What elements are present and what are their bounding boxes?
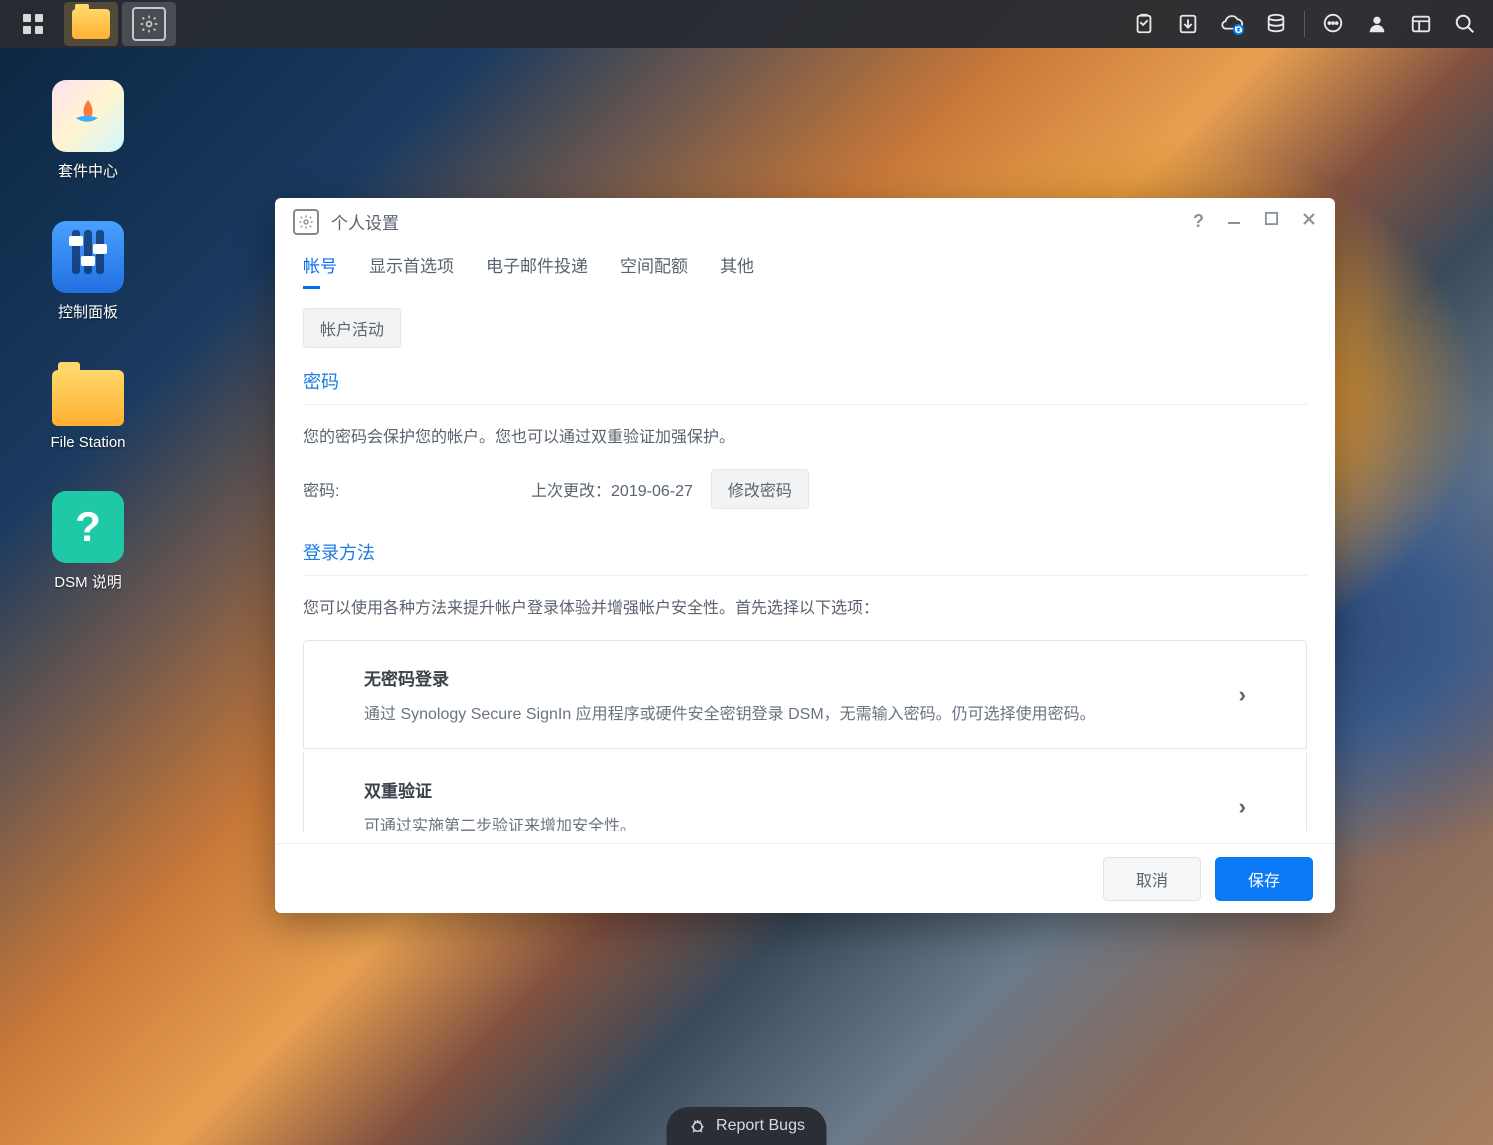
signin-method-desc: 通过 Synology Secure SignIn 应用程序或硬件安全密钥登录 …: [364, 700, 1239, 724]
desktop-icon-control-panel[interactable]: .ctrl-panel .slider:nth-child(1)::after{…: [38, 221, 138, 322]
chevron-right-icon: ›: [1239, 682, 1246, 708]
tab-display[interactable]: 显示首选项: [369, 252, 454, 289]
report-bugs-label: Report Bugs: [716, 1117, 805, 1135]
control-panel-icon: .ctrl-panel .slider:nth-child(1)::after{…: [52, 221, 124, 293]
taskbar-search-icon[interactable]: [1443, 2, 1487, 46]
change-password-button[interactable]: 修改密码: [711, 469, 809, 509]
password-row: 密码: 上次更改：2019-06-27 修改密码: [303, 469, 1307, 509]
help-icon: ?: [52, 491, 124, 563]
signin-method-title: 双重验证: [364, 777, 1239, 802]
password-section-title: 密码: [303, 368, 1307, 394]
signin-method-2fa[interactable]: 双重验证 可通过实施第二步验证来增加安全性。 ›: [303, 753, 1307, 831]
close-button[interactable]: [1301, 211, 1317, 232]
account-activity-button[interactable]: 帐户活动: [303, 308, 401, 348]
desktop-icon-dsm-help[interactable]: ? DSM 说明: [38, 491, 138, 592]
signin-method-title: 无密码登录: [364, 665, 1239, 690]
taskbar-storage-icon[interactable]: [1254, 2, 1298, 46]
signin-method-desc: 可通过实施第二步验证来增加安全性。: [364, 812, 1239, 831]
save-button[interactable]: 保存: [1215, 857, 1313, 901]
desktop-icon-file-station[interactable]: File Station: [38, 362, 138, 451]
package-center-icon: [52, 80, 124, 152]
taskbar-download-icon[interactable]: [1166, 2, 1210, 46]
signin-methods-list: 无密码登录 通过 Synology Secure SignIn 应用程序或硬件安…: [303, 640, 1307, 831]
tab-email[interactable]: 电子邮件投递: [486, 252, 588, 289]
desktop-icon-label: File Station: [50, 434, 125, 451]
taskbar-separator: [1304, 11, 1305, 37]
desktop-icon-label: DSM 说明: [54, 571, 122, 592]
desktop-icon-label: 套件中心: [58, 160, 118, 181]
divider: [303, 575, 1307, 576]
last-changed-text: 上次更改：2019-06-27: [531, 477, 693, 501]
personal-settings-window: 个人设置 ? 帐号 显示首选项 电子邮件投递 空间配额 其他 帐户活动 密码 您…: [275, 198, 1335, 913]
divider: [303, 404, 1307, 405]
window-body: 帐户活动 密码 您的密码会保护您的帐户。您也可以通过双重验证加强保护。 密码: …: [275, 290, 1335, 831]
taskbar-chat-icon[interactable]: [1311, 2, 1355, 46]
tab-other[interactable]: 其他: [720, 252, 754, 289]
desktop-icon-package-center[interactable]: 套件中心: [38, 80, 138, 181]
maximize-button[interactable]: [1264, 211, 1279, 232]
taskbar-user-icon[interactable]: [1355, 2, 1399, 46]
help-button[interactable]: ?: [1193, 211, 1204, 232]
chevron-right-icon: ›: [1239, 794, 1246, 820]
desktop-icon-label: 控制面板: [58, 301, 118, 322]
taskbar-clipboard-icon[interactable]: [1122, 2, 1166, 46]
settings-tabs: 帐号 显示首选项 电子邮件投递 空间配额 其他: [275, 246, 1335, 290]
taskbar-cloud-sync-icon[interactable]: [1210, 2, 1254, 46]
gear-box-icon: [132, 7, 166, 41]
taskbar-widgets-icon[interactable]: [1399, 2, 1443, 46]
signin-section-title: 登录方法: [303, 539, 1307, 565]
window-titlebar[interactable]: 个人设置 ?: [275, 198, 1335, 246]
password-label: 密码:: [303, 477, 513, 501]
signin-section-desc: 您可以使用各种方法来提升帐户登录体验并增强帐户安全性。首先选择以下选项：: [303, 594, 1307, 618]
window-title: 个人设置: [331, 209, 399, 234]
signin-method-passwordless[interactable]: 无密码登录 通过 Synology Secure SignIn 应用程序或硬件安…: [303, 640, 1307, 749]
minimize-button[interactable]: [1226, 211, 1242, 232]
gear-icon: [293, 209, 319, 235]
desktop-icons: 套件中心 .ctrl-panel .slider:nth-child(1)::a…: [38, 80, 138, 592]
tab-account[interactable]: 帐号: [303, 252, 337, 289]
tab-quota[interactable]: 空间配额: [620, 252, 688, 289]
bug-icon: [688, 1117, 706, 1135]
taskbar: [0, 0, 1493, 48]
cancel-button[interactable]: 取消: [1103, 857, 1201, 901]
report-bugs-button[interactable]: Report Bugs: [666, 1107, 827, 1145]
window-footer: 取消 保存: [275, 843, 1335, 913]
password-section-desc: 您的密码会保护您的帐户。您也可以通过双重验证加强保护。: [303, 423, 1307, 447]
main-menu-button[interactable]: [6, 2, 60, 46]
taskbar-file-station[interactable]: [64, 2, 118, 46]
folder-icon: [72, 9, 110, 39]
folder-icon: [52, 370, 124, 426]
taskbar-personal-settings[interactable]: [122, 2, 176, 46]
